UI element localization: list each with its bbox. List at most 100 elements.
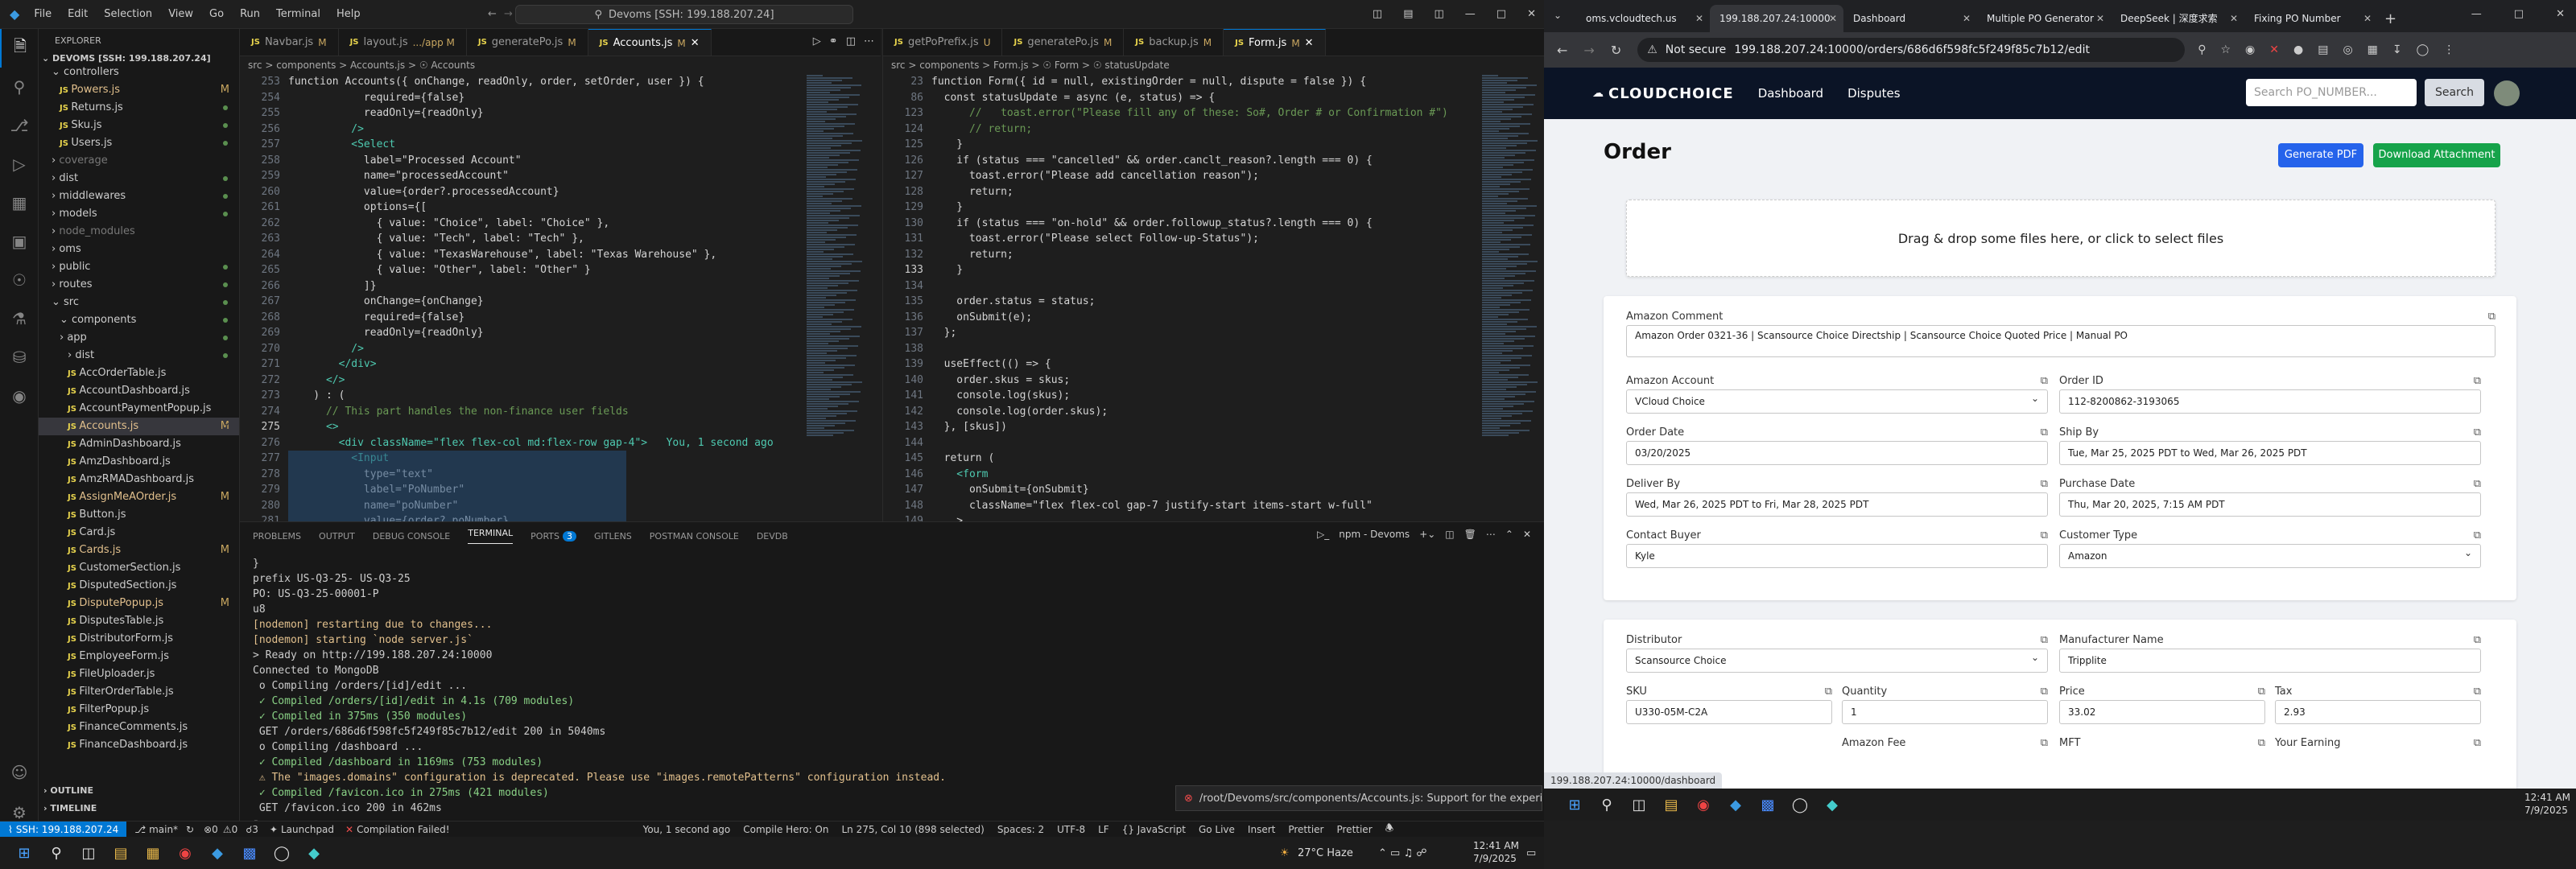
- split-terminal-icon[interactable]: ◫: [1445, 529, 1454, 540]
- file-item[interactable]: JS Cards.js M: [39, 542, 239, 559]
- task-view-icon[interactable]: ◫: [1623, 789, 1655, 821]
- layout-panel-icon[interactable]: ▤: [1403, 8, 1413, 20]
- app-logo[interactable]: CLOUDCHOICE: [1608, 85, 1734, 102]
- copy-icon[interactable]: ⧉: [2474, 478, 2481, 490]
- testing-icon[interactable]: ⚗: [0, 299, 39, 338]
- file-item[interactable]: JS Powers.js M: [39, 81, 239, 99]
- editor-tab[interactable]: JS Navbar.js M: [240, 29, 339, 56]
- eol[interactable]: LF: [1098, 824, 1109, 835]
- remote-explorer-icon[interactable]: ▣: [0, 222, 39, 261]
- browser-tab[interactable]: Fixing PO Number ✕: [2244, 5, 2378, 32]
- code-line[interactable]: order.status = status;: [931, 294, 1095, 310]
- new-terminal-icon[interactable]: +⌄: [1419, 529, 1435, 540]
- extension-icon-5[interactable]: ◎: [2343, 43, 2352, 56]
- nav-back-icon[interactable]: ←: [488, 8, 497, 20]
- panel-tab-devdb[interactable]: DEVDB: [757, 531, 788, 542]
- extensions-puzzle-icon[interactable]: ▦: [2368, 43, 2378, 56]
- outline-section[interactable]: › OUTLINE: [39, 785, 240, 796]
- file-item[interactable]: JS DisputesTable.js: [39, 612, 239, 630]
- clock-date-right[interactable]: 7/9/2025: [2524, 805, 2568, 816]
- folder-item[interactable]: › oms: [39, 241, 239, 258]
- vscode-icon[interactable]: ◆: [1719, 789, 1752, 821]
- compile-hero[interactable]: Compile Hero: On: [743, 824, 828, 835]
- search-icon[interactable]: ⚲: [1591, 789, 1623, 821]
- code-line[interactable]: value={order?.processedAccount}: [288, 184, 559, 200]
- app-icon-2[interactable]: ◆: [1816, 789, 1848, 821]
- code-line[interactable]: return;: [931, 184, 1013, 200]
- manufacturer-input[interactable]: Tripplite: [2059, 649, 2481, 673]
- branch-label[interactable]: main*: [149, 824, 178, 835]
- browser-tab[interactable]: Multiple PO Generator ✕: [1977, 5, 2111, 32]
- app-icon-2[interactable]: ◆: [298, 837, 330, 869]
- bell-icon[interactable]: 🕭: [1385, 821, 1394, 838]
- windows-start-icon[interactable]: ⊞: [1558, 789, 1591, 821]
- code-line[interactable]: { value: "Choice", label: "Choice" },: [288, 216, 610, 232]
- code-line[interactable]: }, [skus]): [931, 419, 1007, 435]
- nav-disputes[interactable]: Disputes: [1847, 86, 1901, 101]
- browser-tab[interactable]: 199.188.207.24:10000 ✕: [1710, 5, 1843, 32]
- close-icon[interactable]: ✕: [1527, 8, 1536, 20]
- copy-icon[interactable]: ⧉: [2041, 529, 2048, 542]
- order-date-input[interactable]: 03/20/2025: [1626, 441, 2048, 465]
- right-code[interactable]: 23 function Form({ id = null, existingOrd…: [883, 74, 1479, 521]
- app-icon[interactable]: ◯: [266, 837, 298, 869]
- tax-input[interactable]: 2.93: [2275, 700, 2481, 724]
- file-item[interactable]: JS AccountPaymentPopup.js: [39, 400, 239, 418]
- close-tab-icon[interactable]: ✕: [2230, 5, 2238, 32]
- command-center[interactable]: ⚲ Devoms [SSH: 199.188.207.24]: [515, 5, 853, 24]
- folder-item[interactable]: › coverage: [39, 152, 239, 170]
- customer-type-select[interactable]: Amazon: [2059, 542, 2481, 568]
- file-item[interactable]: JS DistributorForm.js: [39, 630, 239, 648]
- search-button[interactable]: Search: [2425, 79, 2484, 106]
- sku-input[interactable]: U330-05M-C2A: [1626, 700, 1832, 724]
- code-line[interactable]: if (status === "cancelled" && order.canc…: [931, 153, 1373, 169]
- contact-buyer-input[interactable]: Kyle: [1626, 544, 2048, 568]
- prettier-status-2[interactable]: Prettier: [1336, 824, 1372, 835]
- code-line[interactable]: required={false}: [288, 90, 464, 106]
- ship-by-input[interactable]: Tue, Mar 25, 2025 PDT to Wed, Mar 26, 20…: [2059, 441, 2481, 465]
- weather-text[interactable]: 27°C Haze: [1298, 847, 1353, 859]
- code-line[interactable]: </>: [288, 373, 345, 389]
- menu-view[interactable]: View: [168, 8, 193, 20]
- layout-secondary-icon[interactable]: ◫: [1435, 8, 1444, 20]
- code-line[interactable]: name="processedAccount": [288, 168, 509, 184]
- folder-item[interactable]: › dist: [39, 170, 239, 187]
- file-item[interactable]: JS Sku.js: [39, 117, 239, 134]
- code-line[interactable]: useEffect(() => {: [931, 356, 1051, 373]
- amazon-account-select[interactable]: VCloud Choice: [1626, 387, 2048, 414]
- workspace-root[interactable]: ⌄ DEVOMS [SSH: 199.188.207.24]: [39, 53, 239, 64]
- code-line[interactable]: readOnly={readOnly}: [288, 325, 484, 341]
- folder-item[interactable]: ⌄ src: [39, 294, 239, 311]
- chrome-icon[interactable]: ◉: [1687, 789, 1719, 821]
- encoding[interactable]: UTF-8: [1057, 824, 1085, 835]
- editor-tab[interactable]: JS backup.js M: [1124, 29, 1224, 56]
- compare-icon[interactable]: ⚭: [829, 35, 838, 47]
- zoom-icon[interactable]: ⚲: [2198, 43, 2206, 56]
- folder-item[interactable]: › node_modules: [39, 223, 239, 241]
- left-minimap[interactable]: [803, 74, 868, 521]
- go-live[interactable]: Go Live: [1199, 824, 1235, 835]
- file-item[interactable]: JS Button.js: [39, 506, 239, 524]
- browser-tab[interactable]: oms.vcloudtech.us ✕: [1576, 5, 1710, 32]
- accounts-icon[interactable]: ☺: [0, 753, 39, 792]
- code-line[interactable]: { value: "Other", label: "Other" }: [288, 262, 591, 278]
- code-line[interactable]: ) : (: [288, 388, 345, 404]
- maximize-icon[interactable]: □: [1496, 8, 1506, 20]
- folder-item[interactable]: › middlewares: [39, 187, 239, 205]
- code-line[interactable]: { value: "Tech", label: "Tech" },: [288, 231, 584, 247]
- code-line[interactable]: readOnly={readOnly}: [288, 105, 484, 121]
- menu-go[interactable]: Go: [209, 8, 224, 20]
- copy-icon[interactable]: ⧉: [2258, 686, 2265, 698]
- postman-icon[interactable]: ◉: [0, 377, 39, 415]
- new-tab-icon[interactable]: +: [2384, 10, 2396, 27]
- git-blame[interactable]: You, 1 second ago: [643, 824, 731, 835]
- downloads-icon[interactable]: ↧: [2392, 43, 2402, 56]
- task-view-icon[interactable]: ◫: [72, 837, 105, 869]
- generate-pdf-button[interactable]: Generate PDF: [2278, 143, 2363, 167]
- file-item[interactable]: JS FinanceComments.js: [39, 719, 239, 736]
- chrome-close-icon[interactable]: ✕: [2556, 8, 2565, 20]
- trash-icon[interactable]: 🗑: [1464, 529, 1476, 540]
- timeline-section[interactable]: › TIMELINE: [39, 803, 240, 813]
- explorer-icon[interactable]: 🗎: [0, 29, 39, 68]
- copy-icon[interactable]: ⧉: [2041, 375, 2048, 387]
